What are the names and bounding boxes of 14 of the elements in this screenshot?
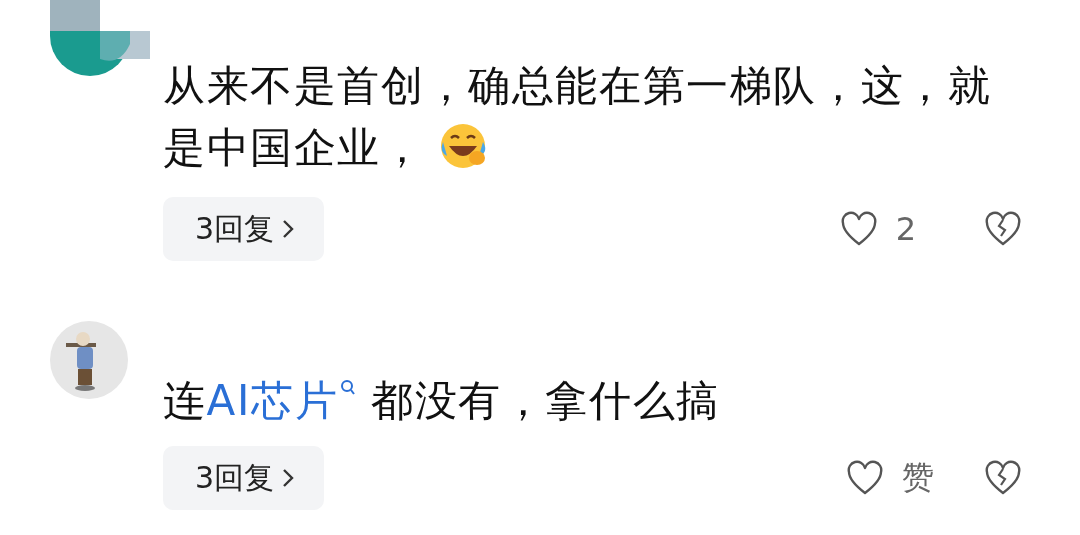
replies-button[interactable]: 3回复 bbox=[163, 197, 325, 261]
chevron-icon bbox=[282, 468, 295, 488]
broken-heart-icon[interactable] bbox=[984, 460, 1022, 496]
like-count: 赞 bbox=[902, 457, 934, 498]
chevron-icon bbox=[282, 219, 295, 239]
heart-icon[interactable] bbox=[846, 460, 884, 496]
comment-text: 连AI芯片 都没有，拿什么搞 bbox=[163, 375, 721, 427]
search-icon bbox=[340, 379, 357, 397]
broken-heart-icon[interactable] bbox=[984, 211, 1022, 247]
comment-text: 从来不是首创，确总能在第一梯队，这，就是中国企业， bbox=[163, 60, 993, 174]
replies-button[interactable]: 3回复 bbox=[163, 446, 325, 510]
like-count: 2 bbox=[895, 210, 916, 248]
heart-icon[interactable] bbox=[839, 211, 878, 247]
keyword-link[interactable]: AI芯片 bbox=[206, 376, 357, 425]
